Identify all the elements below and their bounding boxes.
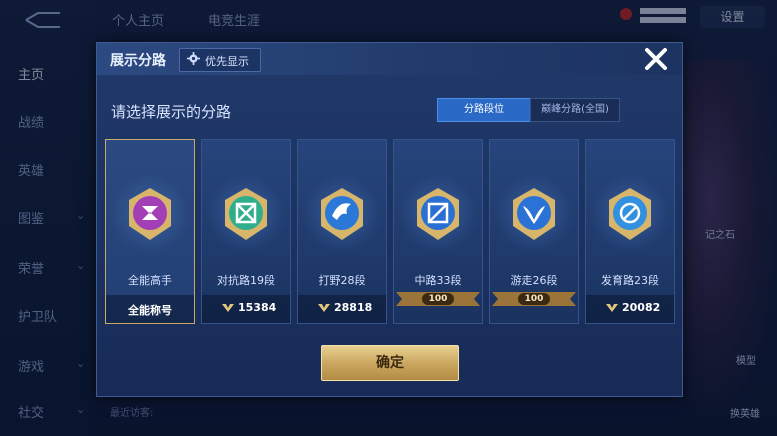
- roam-badge-icon: [513, 188, 555, 240]
- priority-label: 优先显示: [205, 55, 249, 68]
- card-name: 中路33段: [414, 274, 462, 287]
- card-points: 15384: [238, 301, 277, 314]
- card-points: 20082: [622, 301, 661, 314]
- card-name: 游走26段: [510, 274, 558, 287]
- card-name: 打野28段: [318, 274, 366, 287]
- card-points: 28818: [334, 301, 373, 314]
- route-card-mid[interactable]: 中路33段 100: [393, 139, 483, 324]
- route-card-jungle[interactable]: 打野28段 28818: [297, 139, 387, 324]
- mid-lane-badge-icon: [417, 188, 459, 240]
- card-name: 对抗路19段: [217, 274, 275, 287]
- rank-banner-value: 100: [524, 294, 544, 304]
- route-card-farm[interactable]: 发育路23段 20082: [585, 139, 675, 324]
- select-prompt: 请选择展示的分路: [111, 103, 232, 121]
- tab-peak-route[interactable]: 巅峰分路(全国): [530, 98, 620, 122]
- rank-banner-value: 100: [428, 294, 448, 304]
- gear-icon: [187, 52, 200, 65]
- card-foot-label: 全能称号: [128, 304, 172, 317]
- points-icon: [318, 304, 330, 312]
- priority-display-button[interactable]: 优先显示: [179, 48, 261, 72]
- points-icon: [222, 304, 234, 312]
- close-icon[interactable]: [642, 45, 670, 73]
- modal-title: 展示分路: [110, 53, 166, 69]
- card-name: 全能高手: [128, 274, 172, 287]
- route-display-modal: 展示分路 优先显示 请选择展示的分路 分路段位 巅峰分路(全国) 全能高手 全能…: [96, 42, 683, 397]
- route-card-clash[interactable]: 对抗路19段 15384: [201, 139, 291, 324]
- route-card-allround[interactable]: 全能高手 全能称号: [105, 139, 195, 324]
- card-name: 发育路23段: [601, 274, 659, 287]
- route-card-roam[interactable]: 游走26段 100: [489, 139, 579, 324]
- clash-lane-badge-icon: [225, 188, 267, 240]
- tab-route-rank[interactable]: 分路段位: [437, 98, 531, 122]
- farm-lane-badge-icon: [609, 188, 651, 240]
- modal-titlebar: 展示分路 优先显示: [97, 43, 682, 75]
- confirm-button[interactable]: 确定: [321, 345, 459, 381]
- points-icon: [606, 304, 618, 312]
- jungle-badge-icon: [321, 188, 363, 240]
- allround-badge-icon: [129, 188, 171, 240]
